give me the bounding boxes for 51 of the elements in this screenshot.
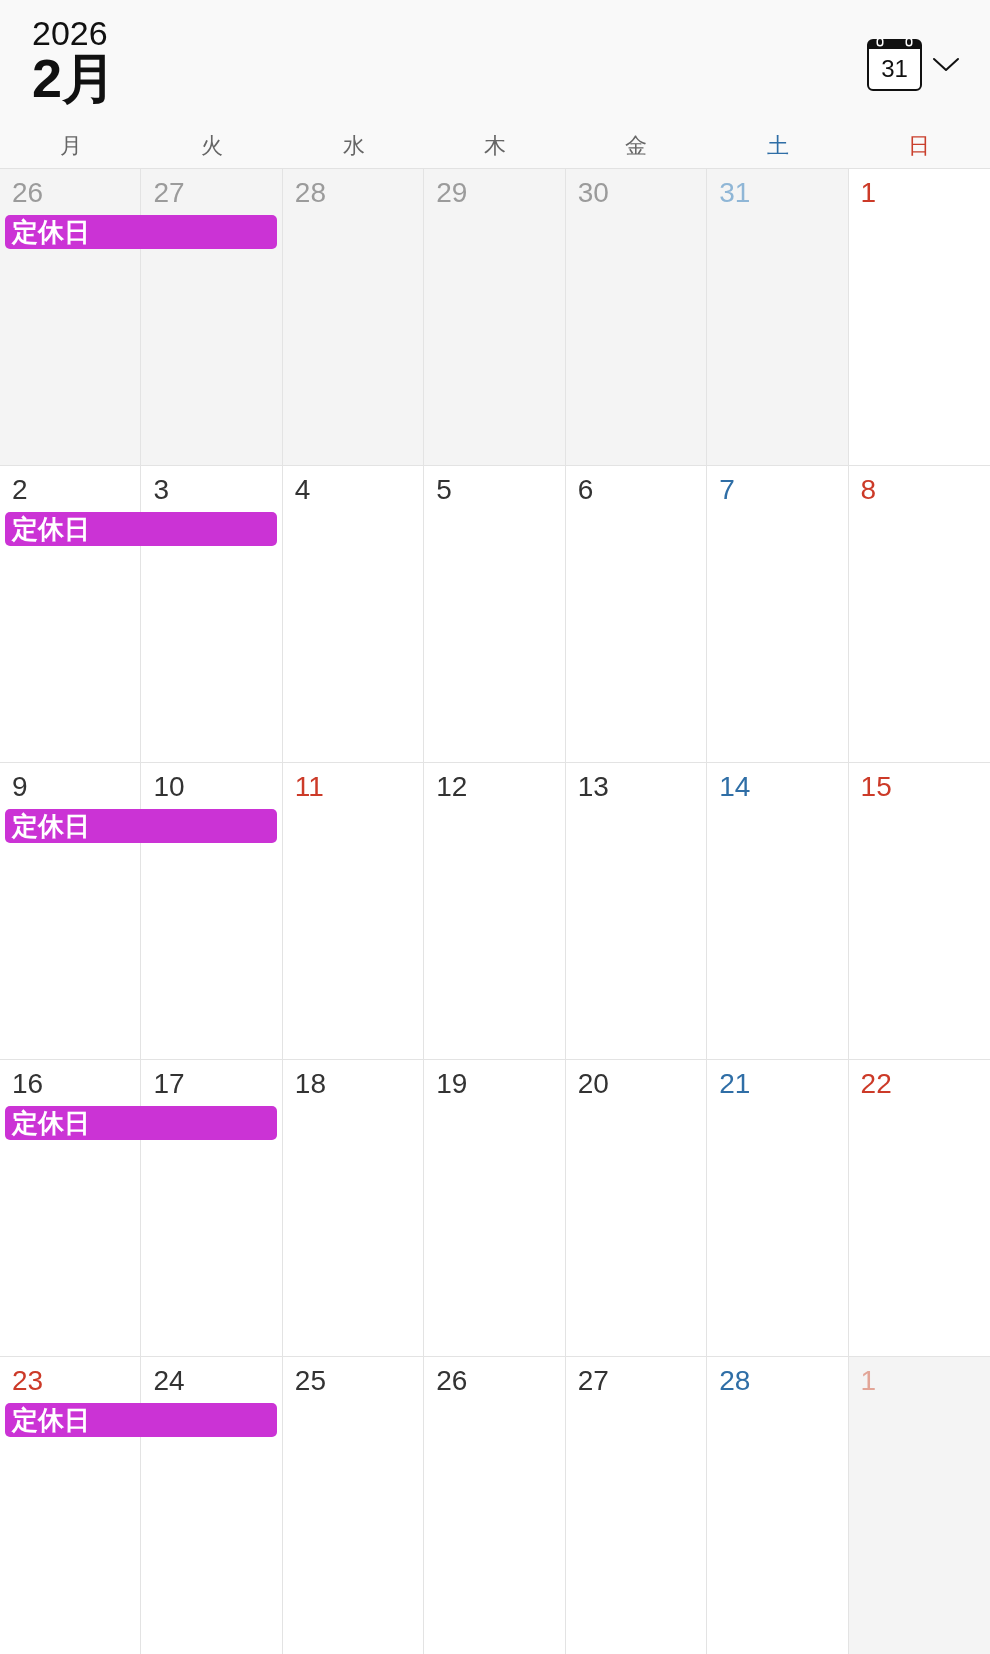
- day-number: 2: [12, 476, 28, 504]
- day-number: 22: [860, 1070, 892, 1098]
- chevron-down-icon[interactable]: [932, 57, 960, 73]
- weekday-label: 金: [625, 135, 648, 157]
- weekday-label: 土: [766, 135, 789, 157]
- day-number: 26: [436, 1367, 468, 1395]
- day-number: 28: [719, 1367, 751, 1395]
- event-bar[interactable]: 定休日: [5, 809, 277, 843]
- day-number: 18: [294, 1070, 326, 1098]
- day-number: 21: [719, 1070, 751, 1098]
- weekday-label: 月: [59, 135, 82, 157]
- weekday-label: 木: [484, 135, 506, 157]
- day-number: 27: [153, 179, 185, 207]
- weekday-label: 日: [908, 135, 931, 157]
- day-number: 7: [719, 476, 735, 504]
- year-label: 2026: [32, 16, 109, 50]
- month-title: 2月: [32, 50, 117, 107]
- day-number: 5: [436, 476, 452, 504]
- day-number: 30: [577, 179, 609, 207]
- day-number: 3: [153, 476, 169, 504]
- day-number: 23: [12, 1367, 44, 1395]
- day-number: 1: [860, 1367, 877, 1395]
- day-number: 26: [12, 179, 44, 207]
- day-number: 14: [719, 773, 751, 801]
- event-bar[interactable]: 定休日: [5, 1403, 277, 1437]
- day-number: 16: [12, 1070, 44, 1098]
- event-bar[interactable]: 定休日: [5, 512, 277, 546]
- weekday-label: 火: [201, 135, 224, 157]
- day-number: 15: [860, 773, 892, 801]
- day-number: 27: [577, 1367, 609, 1395]
- day-number: 6: [577, 476, 594, 504]
- day-number: 17: [153, 1070, 185, 1098]
- day-number: 31: [719, 179, 751, 207]
- day-number: 28: [294, 179, 326, 207]
- day-number: 1: [860, 179, 877, 207]
- day-number: 4: [294, 476, 311, 504]
- day-number: 13: [577, 773, 609, 801]
- day-number: 24: [153, 1367, 185, 1395]
- day-number: 25: [294, 1367, 326, 1395]
- day-number: 8: [860, 476, 877, 504]
- event-bar[interactable]: 定休日: [5, 215, 277, 249]
- day-number: 10: [153, 773, 185, 801]
- calendar-button[interactable]: 31: [867, 39, 922, 91]
- day-number: 9: [12, 773, 28, 801]
- day-number: 11: [294, 773, 324, 801]
- weekday-label: 水: [342, 135, 365, 157]
- day-number: 12: [436, 773, 468, 801]
- day-number: 19: [436, 1070, 468, 1098]
- event-bar[interactable]: 定休日: [5, 1106, 277, 1140]
- day-number: 29: [436, 179, 468, 207]
- day-number: 20: [577, 1070, 609, 1098]
